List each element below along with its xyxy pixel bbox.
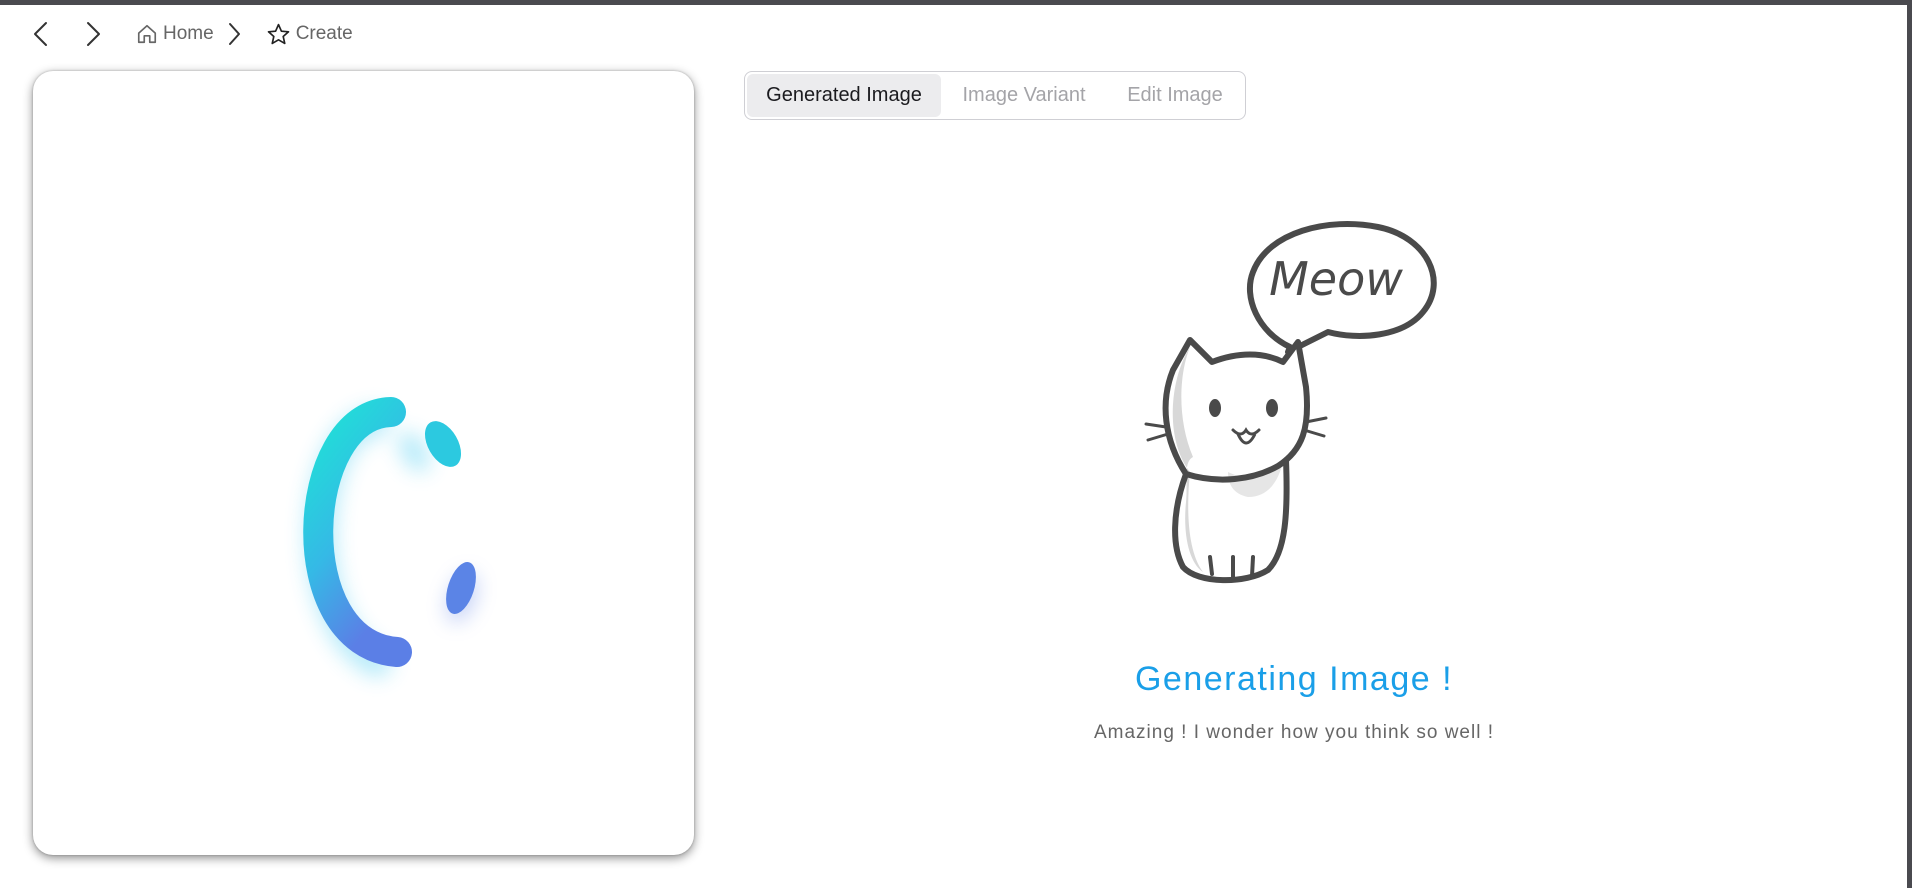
speech-bubble-text: Meow [1269,252,1403,306]
cat-illustration: Meow [1144,221,1437,584]
breadcrumb: Home Create [24,14,353,54]
home-icon [137,24,157,44]
breadcrumb-create[interactable]: Create [266,22,353,47]
tab-edit-image[interactable]: Edit Image [1107,74,1243,117]
breadcrumb-home-label: Home [163,23,214,44]
chevron-left-icon [34,22,47,46]
tab-generated-image[interactable]: Generated Image [747,74,941,117]
image-mode-tabs: Generated Image Image Variant Edit Image [744,71,1246,120]
chevron-right-icon [228,23,240,45]
window-top-border [0,0,1912,5]
window-right-border [1907,0,1912,888]
star-icon [267,23,290,44]
breadcrumb-create-label: Create [295,23,353,44]
image-preview-card [33,71,694,855]
breadcrumb-home[interactable]: Home [136,23,214,45]
generating-status-title: Generating Image ! [1134,660,1454,698]
generating-status-subtitle: Amazing ! I wonder how you think so well… [1093,722,1494,743]
chevron-right-icon [87,22,100,46]
tab-image-variant[interactable]: Image Variant [941,74,1107,117]
breadcrumb-separator [226,22,242,46]
forward-button[interactable] [76,17,110,51]
loading-spinner-icon [303,397,478,677]
back-button[interactable] [24,17,58,51]
